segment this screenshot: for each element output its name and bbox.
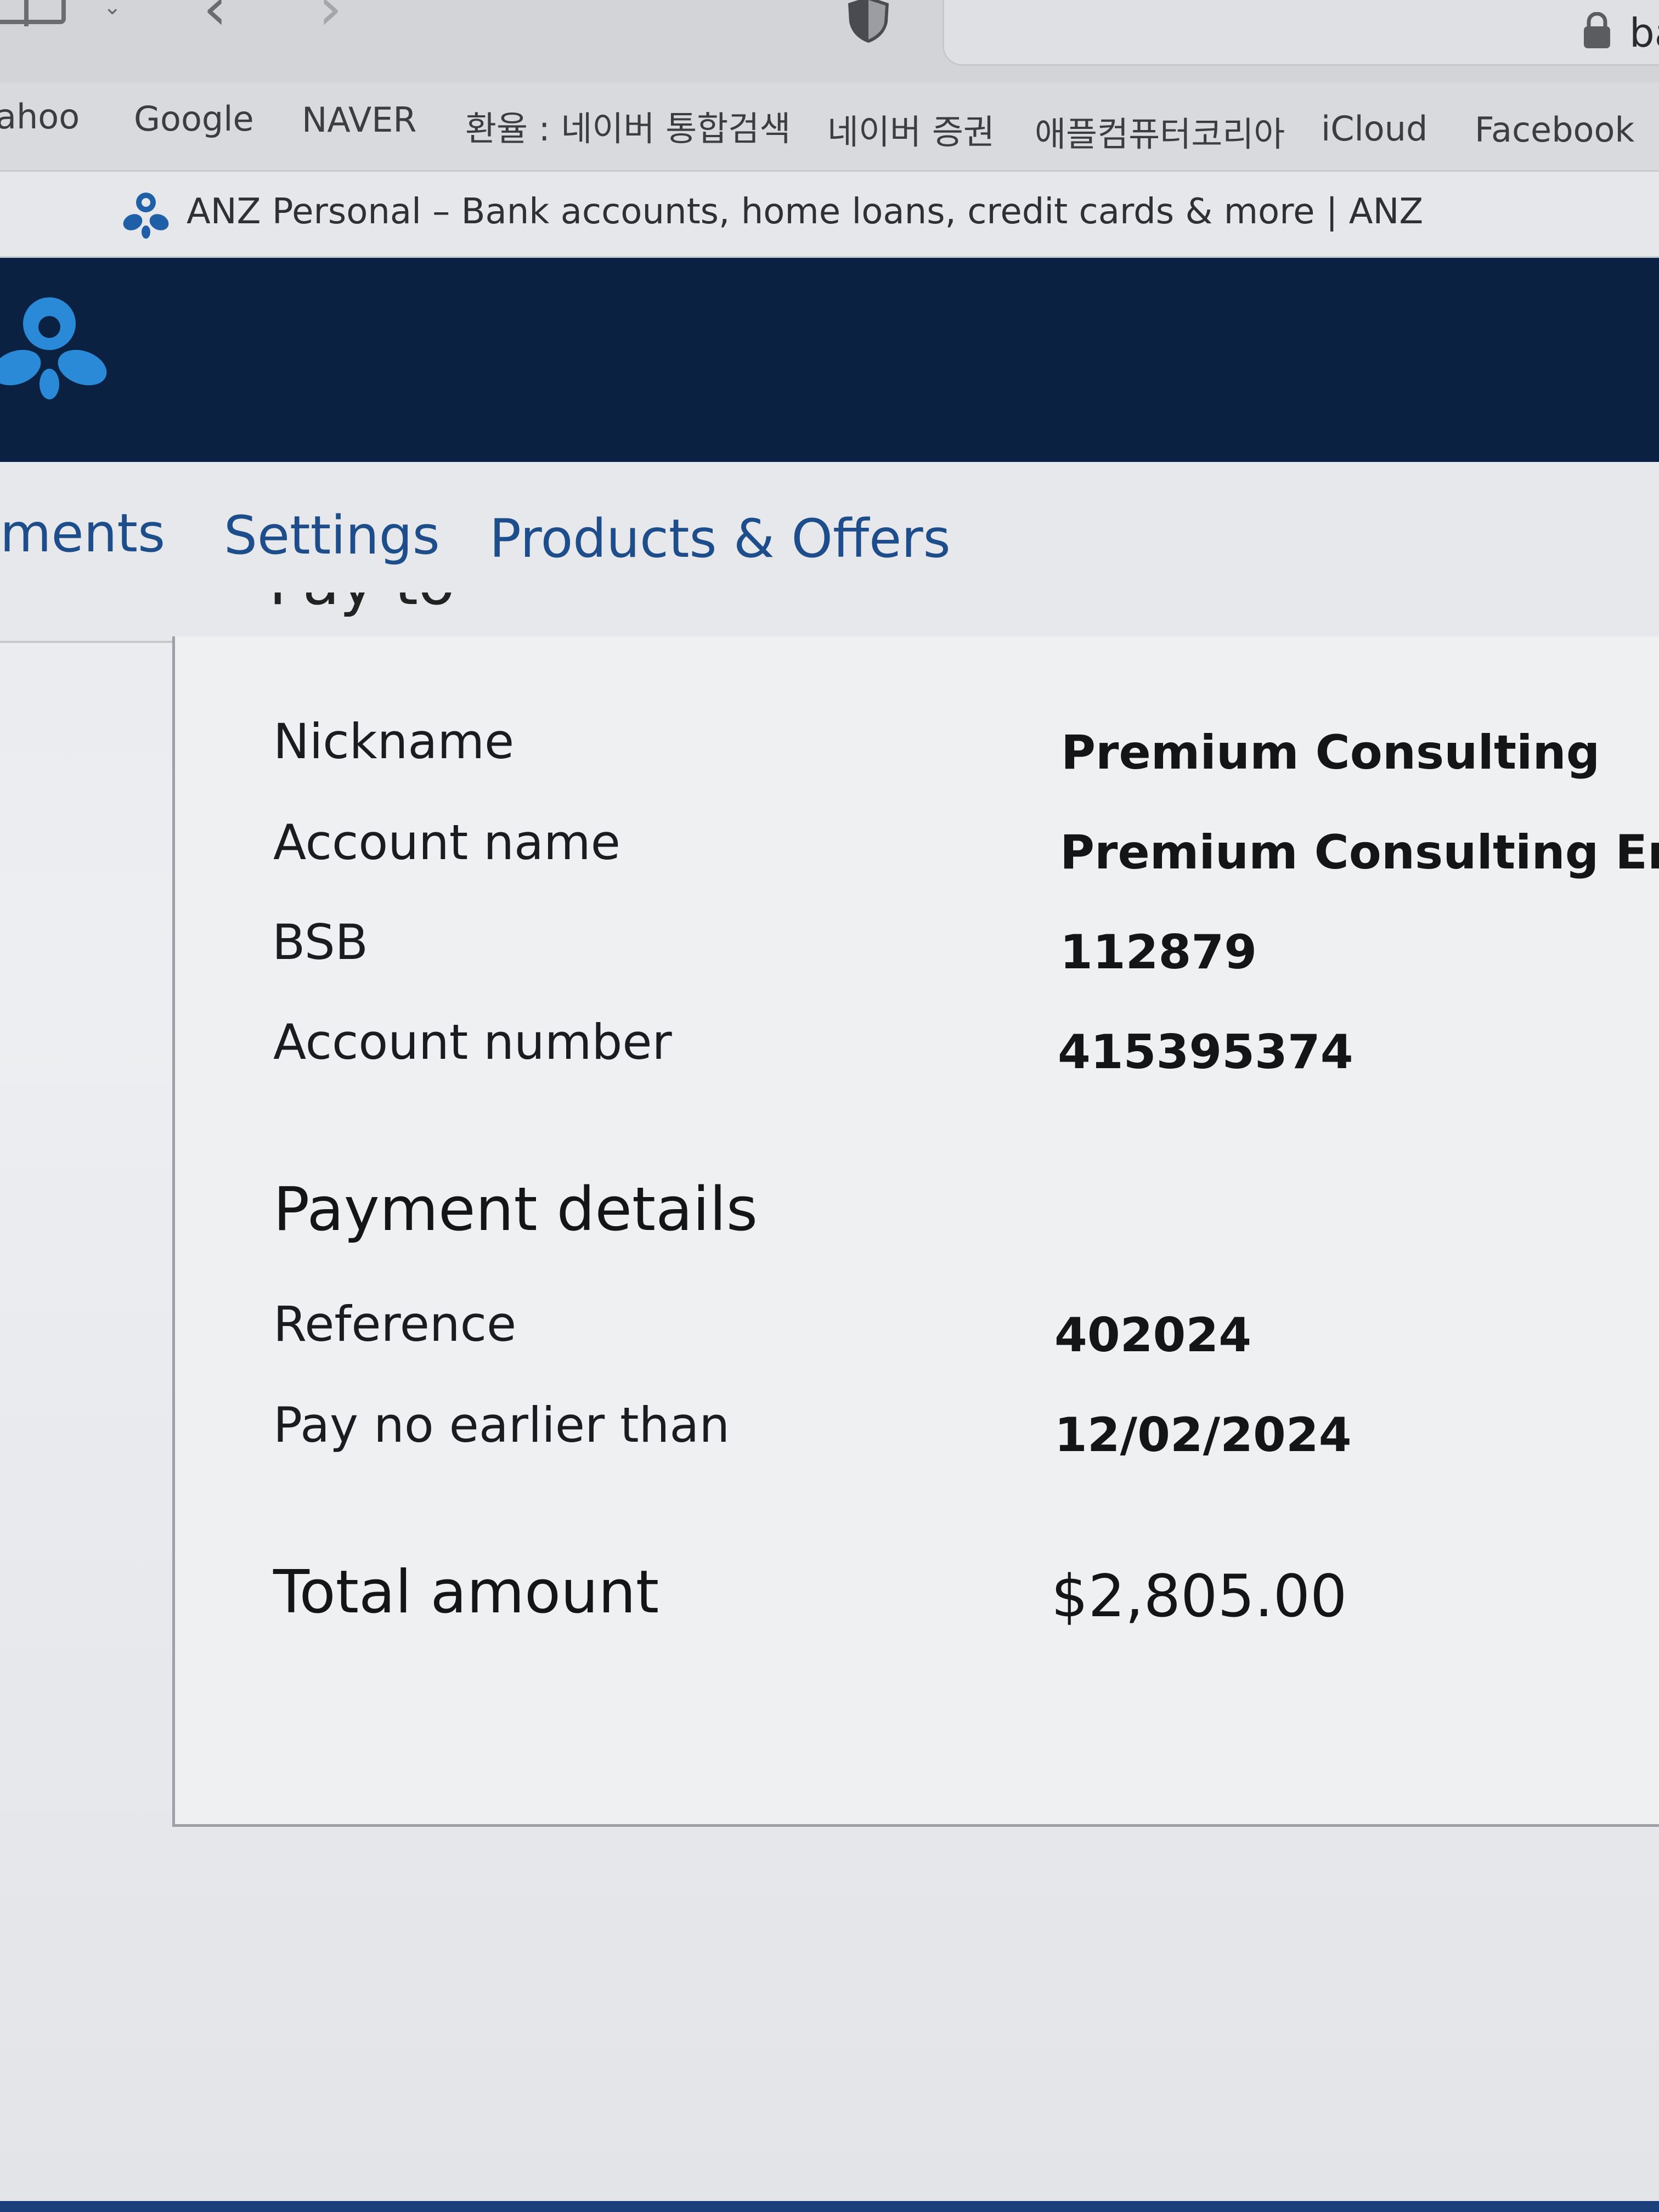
lock-icon [1584,12,1610,48]
bank-header [0,258,1659,462]
nickname-label: Nickname [273,713,515,770]
favorite-naver-finance[interactable]: 네이버 증권 [827,104,995,154]
screen: ⌄ ‹ › ba ahoo Google NAVER 환율 : 네이버 통합검색… [0,0,1659,2212]
nav-item-products-offers[interactable]: Products & Offers [489,508,951,569]
account-number-label: Account number [273,1014,672,1070]
tab-title[interactable]: ANZ Personal – Bank accounts, home loans… [187,191,1423,232]
bsb-label: BSB [272,914,369,970]
pay-no-earlier-than-label: Pay no earlier than [273,1397,730,1453]
favorite-naver[interactable]: NAVER [302,100,417,140]
address-bar[interactable] [943,0,1659,66]
bsb-value: 112879 [1060,925,1257,980]
account-name-label: Account name [273,814,620,871]
back-arrow-icon[interactable]: ‹ [203,0,227,38]
privacy-shield-icon[interactable] [845,0,892,44]
anz-favicon-icon [123,193,169,239]
reference-value: 402024 [1054,1308,1252,1363]
main-navigation: ments Settings Products & Offers [0,462,1659,643]
total-amount-label: Total amount [273,1558,659,1627]
total-amount-value: $2,805.00 [1051,1562,1347,1630]
favorite-google[interactable]: Google [134,99,254,139]
favorite-facebook[interactable]: Facebook [1475,110,1634,150]
nav-item-payments[interactable]: ments [0,503,165,564]
anz-logo-icon[interactable] [0,291,115,400]
payment-details-heading: Payment details [273,1174,758,1244]
account-number-value: 415395374 [1058,1025,1353,1080]
address-bar-url[interactable]: ba [1629,10,1659,56]
pay-to-heading: Pay to [269,592,455,653]
reference-label: Reference [273,1296,517,1352]
favorites-bar: ahoo Google NAVER 환율 : 네이버 통합검색 네이버 증권 애… [0,82,1659,170]
nav-item-settings[interactable]: Settings [224,505,440,566]
tab-strip: ANZ Personal – Bank accounts, home loans… [0,170,1659,258]
pay-no-earlier-than-value: 12/02/2024 [1054,1408,1352,1463]
account-name-value: Premium Consulting Enginee [1060,825,1659,880]
favorite-icloud[interactable]: iCloud [1321,109,1427,149]
footer-edge [0,2201,1659,2212]
favorite-exchange-rate[interactable]: 환율 : 네이버 통합검색 [465,101,791,150]
forward-arrow-icon[interactable]: › [318,0,342,38]
chevron-down-icon[interactable]: ⌄ [103,0,122,20]
browser-toolbar: ⌄ ‹ › ba [0,0,1659,82]
nickname-value: Premium Consulting [1061,725,1600,780]
favorite-apple-korea[interactable]: 애플컴퓨터코리아 [1035,106,1285,156]
sidebar-toggle-icon[interactable] [0,0,66,26]
favorite-yahoo[interactable]: ahoo [0,97,80,137]
